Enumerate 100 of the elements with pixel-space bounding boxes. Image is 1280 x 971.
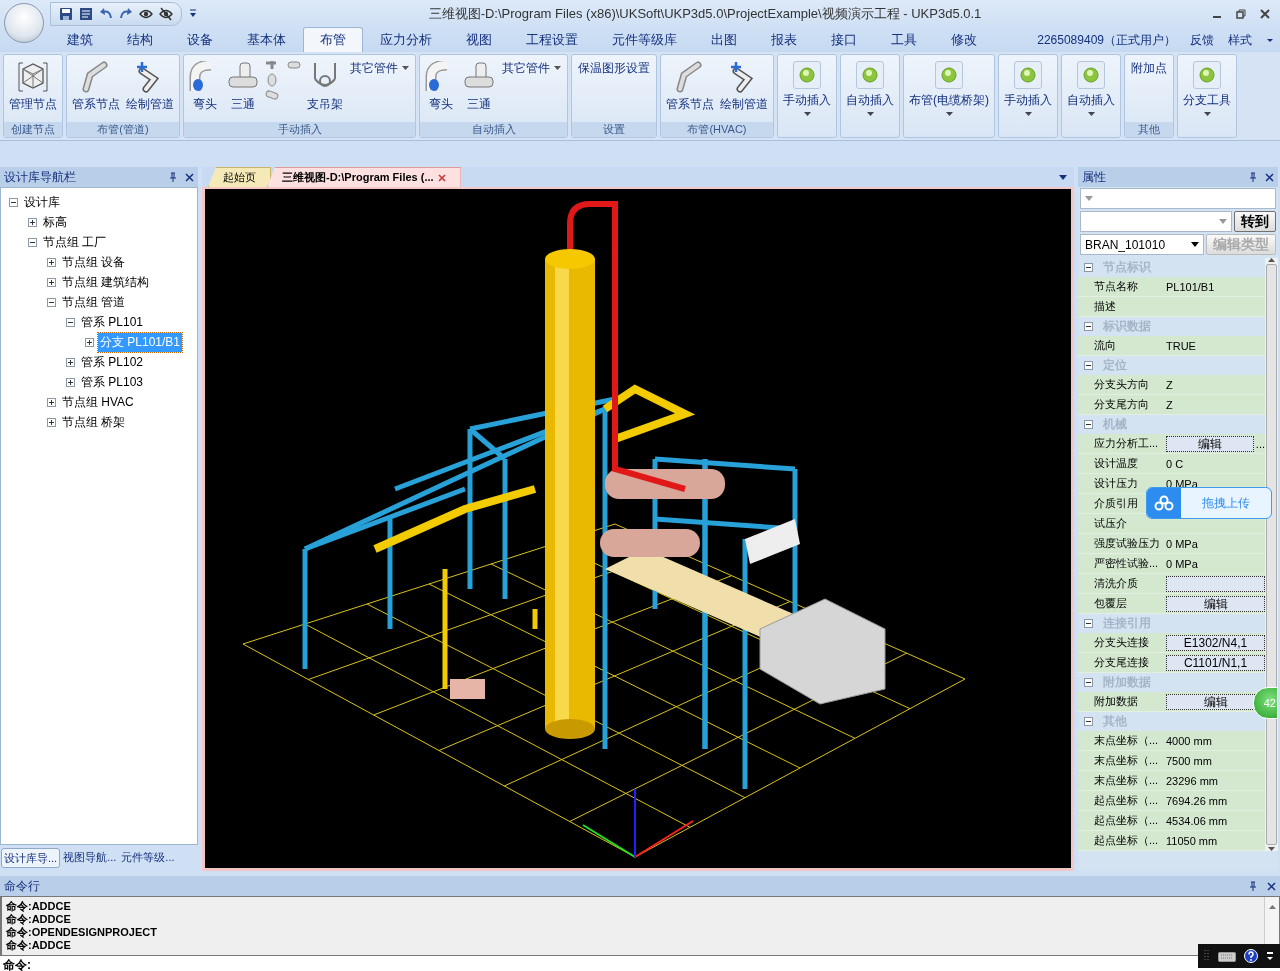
expand-toggle-icon[interactable]: [9, 197, 18, 207]
close-icon[interactable]: [1265, 172, 1274, 182]
eye-icon[interactable]: [139, 7, 153, 21]
save-as-icon[interactable]: [79, 7, 93, 21]
expand-toggle-icon[interactable]: [47, 297, 56, 307]
expand-toggle-icon[interactable]: [66, 357, 75, 367]
ribbon-tab[interactable]: 接口: [814, 27, 874, 52]
ribbon-button[interactable]: 三通: [462, 57, 496, 117]
collapse-toggle-icon[interactable]: [1084, 322, 1093, 331]
expand-toggle-icon[interactable]: [66, 377, 75, 387]
panel-tab[interactable]: 设计库导...: [1, 848, 61, 868]
goto-button[interactable]: 转到: [1234, 211, 1276, 232]
panel-tab[interactable]: 视图导航...: [61, 848, 119, 868]
tree-item[interactable]: 节点组 设备: [60, 252, 128, 272]
ribbon-button[interactable]: 绘制管道: [125, 57, 175, 117]
ribbon-button[interactable]: 弯头: [424, 57, 458, 117]
restore-icon[interactable]: [1236, 9, 1246, 19]
ribbon-button[interactable]: 管系节点: [71, 57, 121, 117]
scroll-up-icon[interactable]: [1268, 258, 1275, 262]
tree-item[interactable]: 节点组 工厂: [41, 232, 109, 252]
collapse-toggle-icon[interactable]: [1084, 420, 1093, 429]
close-icon[interactable]: [1260, 9, 1270, 19]
collapse-toggle-icon[interactable]: [1084, 678, 1093, 687]
property-field[interactable]: [1166, 575, 1265, 592]
redo-icon[interactable]: [119, 7, 133, 21]
property-button[interactable]: 编辑: [1166, 595, 1265, 612]
property-button[interactable]: C1101/N1,1: [1166, 654, 1265, 671]
ribbon-tab[interactable]: 元件等级库: [595, 27, 694, 52]
document-tab[interactable]: 起始页: [208, 167, 271, 187]
tree-item[interactable]: 节点组 管道: [60, 292, 128, 312]
ribbon-dropdown[interactable]: 其它管件: [348, 57, 411, 80]
expand-toggle-icon[interactable]: [47, 397, 56, 407]
save-icon[interactable]: [59, 7, 73, 21]
scroll-down-icon[interactable]: [1268, 847, 1275, 851]
vertical-scrollbar[interactable]: [1265, 258, 1278, 851]
ribbon-tab[interactable]: 设备: [170, 27, 230, 52]
header-link[interactable]: 样式: [1228, 31, 1252, 49]
document-tab[interactable]: 三维视图-D:\Program Files (...: [267, 167, 461, 187]
ribbon-tab[interactable]: 视图: [449, 27, 509, 52]
ribbon-tab[interactable]: 布管: [303, 27, 363, 52]
tree-item[interactable]: 节点组 桥架: [60, 412, 128, 432]
expand-toggle-icon[interactable]: [47, 277, 56, 287]
tree-item[interactable]: 管系 PL103: [79, 372, 146, 392]
ribbon-tab[interactable]: 建筑: [50, 27, 110, 52]
ribbon-tab[interactable]: 基本体: [230, 27, 303, 52]
collapse-toggle-icon[interactable]: [1084, 619, 1093, 628]
ribbon-tab[interactable]: 工具: [874, 27, 934, 52]
collapse-toggle-icon[interactable]: [1084, 263, 1093, 272]
ribbon-button[interactable]: 支吊架: [306, 57, 344, 117]
ribbon-dropdown[interactable]: 其它管件: [500, 57, 563, 80]
ribbon-button[interactable]: 管理节点: [8, 57, 58, 117]
expand-toggle-icon[interactable]: [66, 317, 75, 327]
ribbon-tab[interactable]: 出图: [694, 27, 754, 52]
undo-icon[interactable]: [99, 7, 113, 21]
ribbon-button[interactable]: 附加点: [1129, 57, 1169, 80]
tree-item[interactable]: 设计库: [22, 192, 62, 212]
scroll-up-icon[interactable]: [1268, 905, 1276, 909]
ribbon-button[interactable]: 管系节点: [665, 57, 715, 117]
property-button[interactable]: 编辑: [1166, 435, 1254, 452]
collapse-toggle-icon[interactable]: [1084, 717, 1093, 726]
caret-icon[interactable]: [1058, 174, 1068, 182]
expand-toggle-icon[interactable]: [28, 217, 37, 227]
panel-tab[interactable]: 元件等级...: [119, 848, 177, 868]
fitting-icon[interactable]: [286, 59, 302, 71]
ribbon-button[interactable]: 三通: [226, 57, 260, 117]
ribbon-button[interactable]: 弯头: [188, 57, 222, 117]
pin-icon[interactable]: [1249, 881, 1257, 891]
eye-off-icon[interactable]: [159, 7, 173, 21]
header-link[interactable]: 反馈: [1190, 31, 1214, 49]
tree-item[interactable]: 节点组 建筑结构: [60, 272, 152, 292]
property-button[interactable]: E1302/N4,1: [1166, 634, 1265, 651]
pin-icon[interactable]: [169, 172, 177, 182]
grip-icon[interactable]: [1204, 949, 1210, 963]
tree-item[interactable]: 管系 PL102: [79, 352, 146, 372]
minimize-icon[interactable]: [1266, 950, 1274, 962]
tree-item[interactable]: 标高: [41, 212, 69, 232]
close-icon[interactable]: [185, 172, 194, 182]
expand-toggle-icon[interactable]: [47, 417, 56, 427]
expand-toggle-icon[interactable]: [28, 237, 37, 247]
caret-icon[interactable]: [1266, 36, 1274, 44]
type-combo[interactable]: BRAN_101010: [1080, 234, 1204, 255]
ribbon-tab[interactable]: 应力分析: [363, 27, 449, 52]
tree-item[interactable]: 节点组 HVAC: [60, 392, 136, 412]
help-icon[interactable]: [1244, 949, 1258, 963]
more-button[interactable]: ...: [1255, 437, 1265, 450]
close-icon[interactable]: [1267, 881, 1276, 891]
ribbon-tab[interactable]: 工程设置: [509, 27, 595, 52]
ribbon-button[interactable]: 绘制管道: [719, 57, 769, 117]
ribbon-tab[interactable]: 报表: [754, 27, 814, 52]
ribbon-button[interactable]: 保温图形设置: [576, 57, 652, 80]
tree-item[interactable]: 管系 PL101: [79, 312, 146, 332]
keyboard-icon[interactable]: [1218, 950, 1236, 962]
fitting-icon[interactable]: [264, 89, 280, 101]
close-icon[interactable]: [437, 173, 446, 182]
ribbon-tab[interactable]: 结构: [110, 27, 170, 52]
ribbon-tab[interactable]: 修改: [934, 27, 994, 52]
collapse-toggle-icon[interactable]: [1084, 361, 1093, 370]
expand-toggle-icon[interactable]: [47, 257, 56, 267]
pin-icon[interactable]: [1249, 172, 1257, 182]
expand-toggle-icon[interactable]: [85, 337, 94, 347]
